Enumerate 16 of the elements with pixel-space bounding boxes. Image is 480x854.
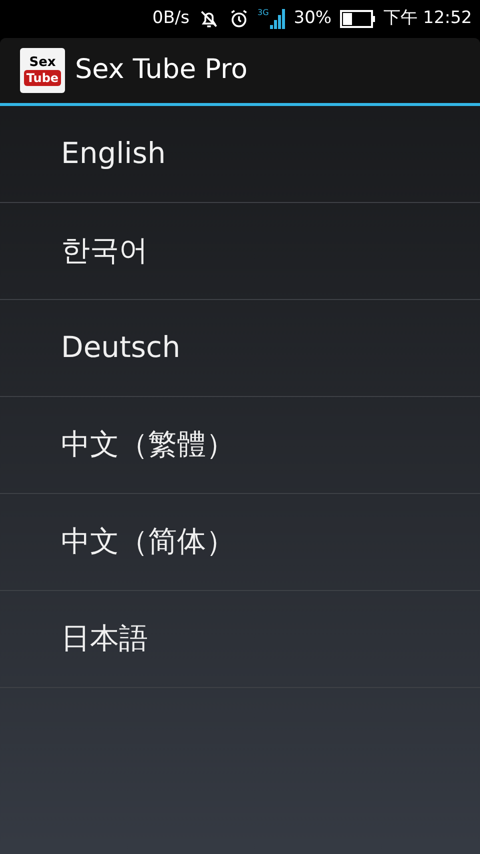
clock-time: 下午 12:52	[384, 7, 472, 30]
network-speed: 0B/s	[152, 7, 190, 30]
network-type: 3G	[258, 9, 269, 17]
battery-icon	[340, 10, 376, 28]
app-title: Sex Tube Pro	[75, 53, 248, 88]
app-icon-text: Sex	[29, 56, 56, 68]
app-icon[interactable]: Sex Tube	[20, 48, 65, 93]
language-item[interactable]: 中文（简体）	[0, 494, 480, 591]
language-item[interactable]: 한국어	[0, 203, 480, 300]
app-icon-text: Tube	[24, 70, 61, 86]
language-item[interactable]: Deutsch	[0, 300, 480, 397]
signal-icon	[270, 9, 286, 29]
language-item[interactable]: 中文（繁體）	[0, 397, 480, 494]
language-item[interactable]: English	[0, 106, 480, 203]
language-item[interactable]: 日本語	[0, 591, 480, 688]
battery-percent: 30%	[294, 7, 332, 30]
